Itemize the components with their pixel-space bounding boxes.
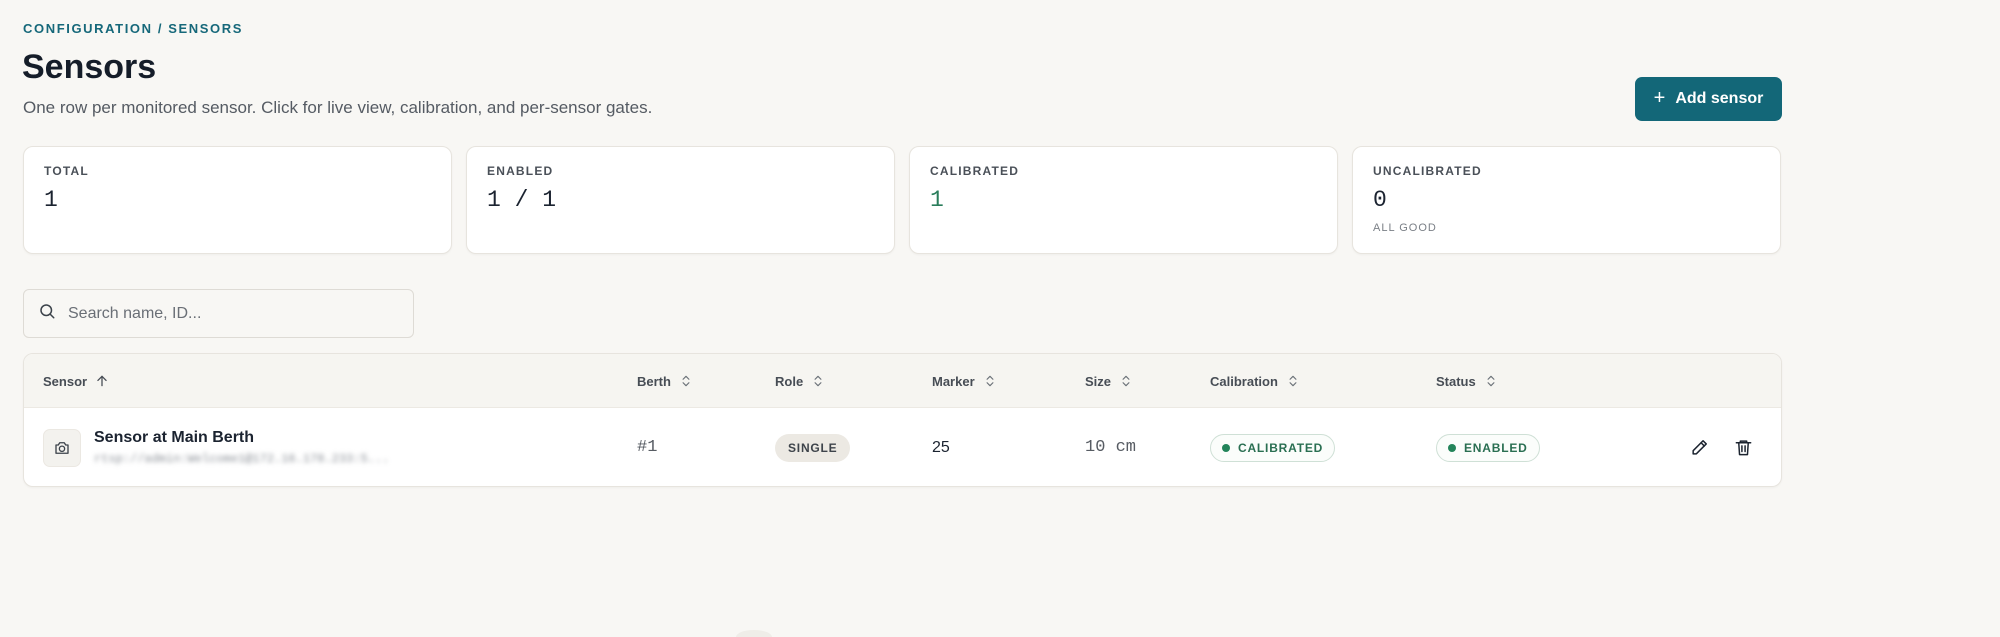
column-header-berth[interactable]: Berth: [637, 354, 693, 408]
chevron-up-down-icon: [1286, 374, 1300, 388]
column-header-label: Status: [1436, 373, 1476, 389]
table-header: Sensor Berth Role Marker Size Calibratio…: [24, 354, 1781, 408]
status-dot: [1448, 443, 1456, 452]
table-row[interactable]: Sensor at Main Berth rtsp://admin:Welcom…: [24, 408, 1781, 486]
sensor-name[interactable]: Sensor at Main Berth: [94, 429, 389, 447]
column-header-calibration[interactable]: Calibration: [1210, 354, 1300, 408]
breadcrumb[interactable]: CONFIGURATION / SENSORS: [23, 21, 243, 36]
arrow-up-icon: [95, 374, 109, 388]
trash-icon[interactable]: [1729, 434, 1757, 462]
sensor-info: Sensor at Main Berth rtsp://admin:Welcom…: [94, 429, 389, 466]
size-cell: 10 cm: [1085, 438, 1137, 457]
chevron-up-down-icon: [1119, 374, 1133, 388]
page-title: Sensors: [22, 48, 157, 86]
status-label: ENABLED: [1464, 440, 1528, 455]
sensor-url: rtsp://admin:Welcome1@172.16.178.233:5..…: [94, 452, 390, 466]
sensors-page: CONFIGURATION / SENSORS Sensors One row …: [0, 0, 2000, 637]
role-cell: SINGLE: [775, 408, 851, 486]
stat-label: UNCALIBRATED: [1373, 164, 1482, 178]
sensor-cell: Sensor at Main Berth rtsp://admin:Welcom…: [43, 408, 389, 486]
column-header-size[interactable]: Size: [1085, 354, 1133, 408]
column-header-label: Sensor: [43, 373, 88, 389]
berth-cell: #1: [637, 438, 658, 457]
stat-label: ENABLED: [487, 164, 554, 178]
chevron-up-down-icon: [983, 374, 997, 388]
column-header-status[interactable]: Status: [1436, 354, 1498, 408]
add-sensor-label: Add sensor: [1675, 90, 1764, 107]
status-badge: ENABLED: [1436, 433, 1540, 462]
stat-value: 1 / 1: [487, 187, 557, 213]
sensors-table: Sensor Berth Role Marker Size Calibratio…: [23, 353, 1782, 487]
stat-sub: ALL GOOD: [1373, 222, 1437, 234]
stat-label: CALIBRATED: [930, 164, 1020, 178]
row-actions: [1685, 408, 1757, 486]
camera-icon: [43, 428, 81, 467]
search-box[interactable]: [23, 289, 414, 338]
role-badge: SINGLE: [775, 433, 851, 462]
search-icon: [38, 302, 56, 325]
column-header-label: Size: [1085, 373, 1112, 389]
calibration-label: CALIBRATED: [1238, 440, 1324, 455]
calibration-badge: CALIBRATED: [1210, 433, 1336, 462]
page-edge-shadow: [736, 630, 772, 637]
stat-card-uncalibrated: UNCALIBRATED 0 ALL GOOD: [1352, 146, 1781, 254]
column-header-sensor[interactable]: Sensor: [43, 354, 109, 408]
chevron-up-down-icon: [679, 374, 693, 388]
stat-card-enabled: ENABLED 1 / 1: [466, 146, 895, 254]
stat-value: 0: [1373, 187, 1387, 213]
marker-cell: 25: [932, 438, 950, 456]
status-cell: ENABLED: [1436, 408, 1540, 486]
add-sensor-button[interactable]: + Add sensor: [1635, 77, 1782, 121]
stats-row: TOTAL 1 ENABLED 1 / 1 CALIBRATED 1 UNCAL…: [23, 146, 1781, 254]
stat-value: 1: [930, 187, 944, 213]
column-header-label: Calibration: [1210, 373, 1278, 389]
pencil-icon[interactable]: [1685, 434, 1713, 462]
column-header-label: Role: [775, 373, 804, 389]
search-input[interactable]: [68, 304, 399, 323]
column-header-role[interactable]: Role: [775, 354, 825, 408]
stat-label: TOTAL: [44, 164, 89, 178]
stat-card-total: TOTAL 1: [23, 146, 452, 254]
status-dot: [1222, 443, 1230, 452]
chevron-up-down-icon: [1484, 374, 1498, 388]
stat-value: 1: [44, 187, 58, 213]
calibration-cell: CALIBRATED: [1210, 408, 1336, 486]
column-header-marker[interactable]: Marker: [932, 354, 997, 408]
column-header-label: Marker: [932, 373, 975, 389]
chevron-up-down-icon: [811, 374, 825, 388]
column-header-label: Berth: [637, 373, 671, 389]
plus-icon: +: [1653, 87, 1666, 109]
stat-card-calibrated: CALIBRATED 1: [909, 146, 1338, 254]
page-subtitle: One row per monitored sensor. Click for …: [23, 98, 653, 117]
